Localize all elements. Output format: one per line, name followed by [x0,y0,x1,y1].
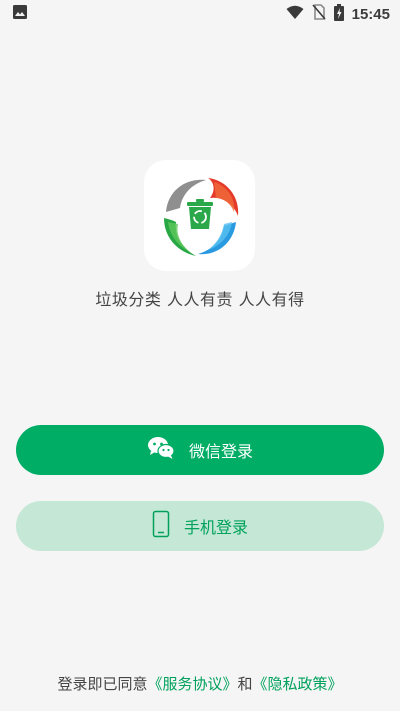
wechat-login-label: 微信登录 [188,442,253,461]
wifi-icon [286,5,304,24]
phone-icon [152,510,170,542]
agreement-connector: 和 [237,675,253,693]
app-slogan: 垃圾分类 人人有责 人人有得 [95,290,305,309]
status-time: 15:45 [351,5,390,23]
status-right: 15:45 [286,3,390,25]
service-agreement-link[interactable]: 《服务协议》 [147,675,237,693]
recycle-logo-icon [163,177,238,256]
no-sim-icon [312,4,326,24]
app-logo [144,160,255,271]
agreement-text: 登录即已同意《服务协议》和《隐私政策》 [0,673,400,694]
phone-login-button[interactable]: 手机登录 [16,501,384,551]
wechat-icon [147,436,175,464]
image-icon [12,4,28,24]
battery-charging-icon [333,3,344,25]
status-bar: 15:45 [0,0,400,28]
status-left [12,4,28,24]
phone-login-label: 手机登录 [183,518,248,537]
privacy-policy-link[interactable]: 《隐私政策》 [253,675,343,693]
wechat-login-button[interactable]: 微信登录 [16,425,384,475]
agreement-prefix: 登录即已同意 [57,675,148,693]
